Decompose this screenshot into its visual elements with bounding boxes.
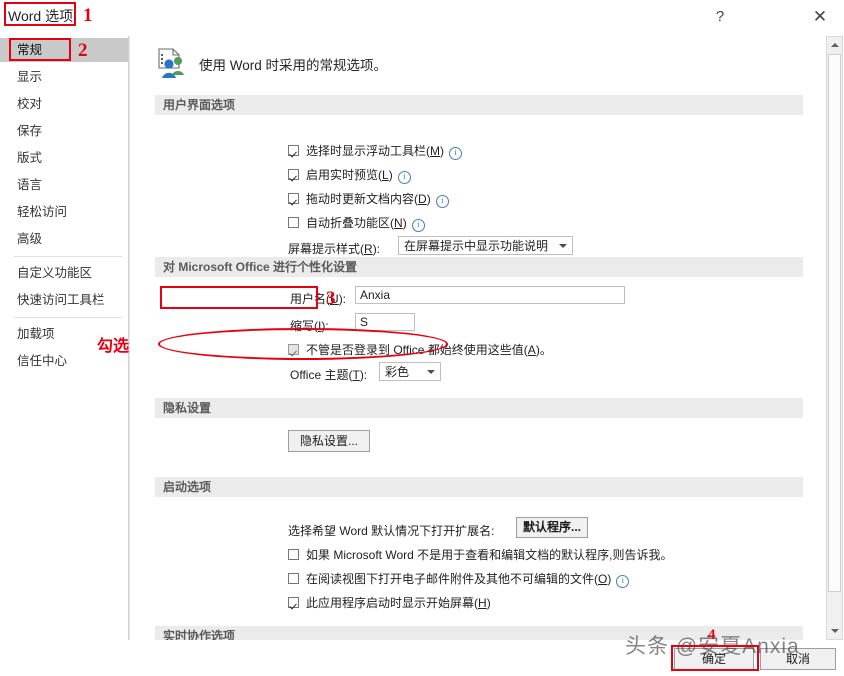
checkbox-row-reading-view-attachments[interactable]: 在阅读视图下打开电子邮件附件及其他不可编辑的文件(O) i <box>288 570 630 588</box>
annotation-number-3: 3 <box>326 288 336 309</box>
checkbox-row-tell-me-default[interactable]: 如果 Microsoft Word 不是用于查看和编辑文档的默认程序,则告诉我。 <box>288 546 672 564</box>
accel-floating-toolbar: (M) <box>426 144 445 158</box>
sidebar-item-advanced[interactable]: 高级 <box>0 227 128 251</box>
initials-input[interactable]: S <box>355 313 415 331</box>
initials-label: 缩写(I): <box>290 319 329 333</box>
accel-always-use-values: (A) <box>523 343 540 357</box>
checkbox-label-show-start-screen: 此应用程序启动时显示开始屏幕 <box>306 596 475 610</box>
office-theme-label: Office 主题(T): <box>290 368 368 382</box>
checkbox-floating-toolbar[interactable] <box>288 145 299 156</box>
scroll-up-arrow[interactable] <box>827 37 842 53</box>
checkbox-row-live-preview[interactable]: 启用实时预览(L) i <box>288 166 411 184</box>
checkbox-row-show-start-screen[interactable]: 此应用程序启动时显示开始屏幕(H) <box>288 594 491 612</box>
scroll-down-arrow[interactable] <box>827 623 842 639</box>
help-icon[interactable]: ? <box>703 4 737 30</box>
ok-button[interactable]: 确定 <box>674 648 754 670</box>
screentip-style-value: 在屏幕提示中显示功能说明 <box>404 239 549 253</box>
intro-block: 使用 Word 时采用的常规选项。 <box>155 48 775 84</box>
checkbox-label-tell-me-default: 如果 Microsoft Word 不是用于查看和编辑文档的默认程序,则告诉我。 <box>306 548 673 562</box>
checkbox-label-update-on-drag: 拖动时更新文档内容 <box>306 192 415 206</box>
accel-update-on-drag: (D) <box>414 192 431 206</box>
info-icon-floating-toolbar[interactable]: i <box>449 147 463 160</box>
sidebar-item-layout[interactable]: 版式 <box>0 146 128 170</box>
checkbox-label-always-use-values: 不管是否登录到 Office 都始终使用这些值 <box>306 343 524 357</box>
screentip-style-combo[interactable]: 在屏幕提示中显示功能说明 <box>398 236 573 255</box>
section-header-ui-options: 用户界面选项 <box>155 95 803 115</box>
checkbox-row-collapse-ribbon[interactable]: 自动折叠功能区(N) i <box>288 214 425 232</box>
chevron-down-icon <box>427 370 435 374</box>
dialog-footer: 确定 取消 <box>0 640 844 676</box>
checkbox-live-preview[interactable] <box>288 169 299 180</box>
sidebar-divider-1 <box>14 256 122 257</box>
info-icon-update-on-drag[interactable]: i <box>435 195 449 208</box>
sidebar-item-proofing[interactable]: 校对 <box>0 92 128 116</box>
annotation-label-check: 勾选 <box>97 338 130 355</box>
accel-collapse-ribbon: (N) <box>390 216 407 230</box>
screentip-style-label: 屏幕提示样式(R): <box>288 242 381 256</box>
scrollbar-thumb[interactable] <box>828 54 841 592</box>
dialog-title: Word 选项 <box>8 8 74 24</box>
accel-show-start-screen: (H) <box>474 596 491 610</box>
username-label: 用户名(U): <box>290 292 347 306</box>
sidebar-item-save[interactable]: 保存 <box>0 119 128 143</box>
sidebar-item-quick-access[interactable]: 快速访问工具栏 <box>0 288 128 312</box>
options-content-pane: 使用 Word 时采用的常规选项。 用户界面选项 选择时显示浮动工具栏(M) i … <box>129 36 827 640</box>
checkbox-label-reading-view-attachments: 在阅读视图下打开电子邮件附件及其他不可编辑的文件 <box>306 572 595 586</box>
section-header-startup: 启动选项 <box>155 477 803 497</box>
checkbox-row-update-on-drag[interactable]: 拖动时更新文档内容(D) i <box>288 190 449 208</box>
checkbox-label-floating-toolbar: 选择时显示浮动工具栏 <box>306 144 427 158</box>
checkbox-show-start-screen[interactable] <box>288 597 299 608</box>
checkbox-tell-me-default[interactable] <box>288 549 299 560</box>
username-input[interactable]: Anxia <box>355 286 625 304</box>
checkbox-update-on-drag[interactable] <box>288 193 299 204</box>
sidebar-divider-2 <box>14 317 122 318</box>
sidebar-item-general[interactable]: 常规 <box>0 38 128 62</box>
info-icon-live-preview[interactable]: i <box>397 171 411 184</box>
default-program-label: 选择希望 Word 默认情况下打开扩展名: <box>288 524 495 538</box>
checkbox-label-live-preview: 启用实时预览 <box>306 168 379 182</box>
close-icon[interactable]: ✕ <box>803 4 837 30</box>
checkbox-row-always-use-values[interactable]: 不管是否登录到 Office 都始终使用这些值(A)。 <box>288 341 552 359</box>
office-theme-value: 彩色 <box>385 365 410 379</box>
office-theme-combo[interactable]: 彩色 <box>379 362 441 381</box>
cancel-button[interactable]: 取消 <box>760 648 836 670</box>
section-header-privacy: 隐私设置 <box>155 398 803 418</box>
checkbox-collapse-ribbon[interactable] <box>288 217 299 228</box>
annotation-number-1: 1 <box>83 5 93 26</box>
title-bar: Word 选项 ? ✕ <box>0 0 844 36</box>
vertical-scrollbar[interactable] <box>826 36 843 640</box>
info-icon-reading-view-attachments[interactable]: i <box>616 575 630 588</box>
sidebar-item-customize-ribbon[interactable]: 自定义功能区 <box>0 261 128 285</box>
sidebar-item-accessibility[interactable]: 轻松访问 <box>0 200 128 224</box>
annotation-number-2: 2 <box>78 40 88 61</box>
word-options-dialog: Word 选项 ? ✕ 常规 显示 校对 保存 版式 语言 轻松访问 高级 自定… <box>0 0 844 676</box>
section-header-personalize: 对 Microsoft Office 进行个性化设置 <box>155 257 803 277</box>
always-use-values-suffix: 。 <box>539 343 552 357</box>
checkbox-always-use-values[interactable] <box>288 344 299 355</box>
checkbox-row-floating-toolbar[interactable]: 选择时显示浮动工具栏(M) i <box>288 142 463 160</box>
sidebar-item-language[interactable]: 语言 <box>0 173 128 197</box>
privacy-settings-button[interactable]: 隐私设置... <box>288 430 370 452</box>
intro-text: 使用 Word 时采用的常规选项。 <box>199 58 388 73</box>
accel-live-preview: (L) <box>378 168 393 182</box>
accel-reading-view-attachments: (O) <box>594 572 612 586</box>
annotation-number-4: 4 <box>708 627 716 643</box>
section-header-realtime-collab: 实时协作选项 <box>155 626 803 640</box>
chevron-down-icon <box>559 244 567 248</box>
sidebar-item-display[interactable]: 显示 <box>0 65 128 89</box>
info-icon-collapse-ribbon[interactable]: i <box>411 219 425 232</box>
document-people-icon <box>155 48 189 80</box>
checkbox-label-collapse-ribbon: 自动折叠功能区 <box>306 216 391 230</box>
checkbox-reading-view-attachments[interactable] <box>288 573 299 584</box>
default-programs-button[interactable]: 默认程序... <box>516 517 588 538</box>
